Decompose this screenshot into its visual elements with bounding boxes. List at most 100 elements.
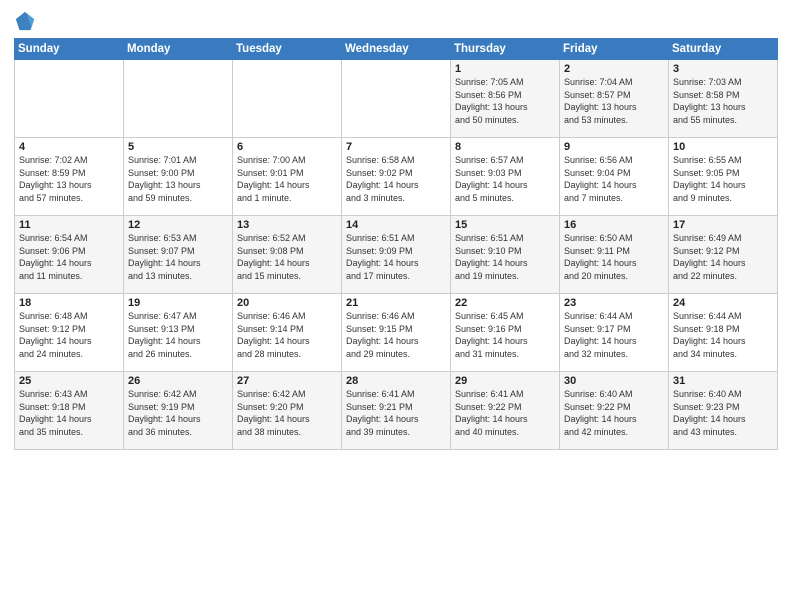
day-number: 10 — [673, 141, 773, 153]
day-info: Sunrise: 6:49 AM Sunset: 9:12 PM Dayligh… — [673, 232, 773, 282]
day-cell: 16Sunrise: 6:50 AM Sunset: 9:11 PM Dayli… — [560, 216, 669, 294]
day-cell: 29Sunrise: 6:41 AM Sunset: 9:22 PM Dayli… — [451, 372, 560, 450]
day-number: 9 — [564, 141, 664, 153]
day-cell: 2Sunrise: 7:04 AM Sunset: 8:57 PM Daylig… — [560, 60, 669, 138]
day-cell: 31Sunrise: 6:40 AM Sunset: 9:23 PM Dayli… — [669, 372, 778, 450]
day-info: Sunrise: 6:52 AM Sunset: 9:08 PM Dayligh… — [237, 232, 337, 282]
day-cell: 11Sunrise: 6:54 AM Sunset: 9:06 PM Dayli… — [15, 216, 124, 294]
day-info: Sunrise: 7:01 AM Sunset: 9:00 PM Dayligh… — [128, 154, 228, 204]
day-info: Sunrise: 6:57 AM Sunset: 9:03 PM Dayligh… — [455, 154, 555, 204]
day-number: 6 — [237, 141, 337, 153]
week-row-4: 18Sunrise: 6:48 AM Sunset: 9:12 PM Dayli… — [15, 294, 778, 372]
day-number: 25 — [19, 375, 119, 387]
day-info: Sunrise: 7:05 AM Sunset: 8:56 PM Dayligh… — [455, 76, 555, 126]
day-info: Sunrise: 7:04 AM Sunset: 8:57 PM Dayligh… — [564, 76, 664, 126]
col-header-sunday: Sunday — [15, 39, 124, 60]
day-info: Sunrise: 6:51 AM Sunset: 9:09 PM Dayligh… — [346, 232, 446, 282]
day-cell: 26Sunrise: 6:42 AM Sunset: 9:19 PM Dayli… — [124, 372, 233, 450]
col-header-monday: Monday — [124, 39, 233, 60]
day-number: 21 — [346, 297, 446, 309]
day-info: Sunrise: 6:40 AM Sunset: 9:23 PM Dayligh… — [673, 388, 773, 438]
day-cell — [233, 60, 342, 138]
day-info: Sunrise: 6:43 AM Sunset: 9:18 PM Dayligh… — [19, 388, 119, 438]
day-info: Sunrise: 6:58 AM Sunset: 9:02 PM Dayligh… — [346, 154, 446, 204]
day-cell: 17Sunrise: 6:49 AM Sunset: 9:12 PM Dayli… — [669, 216, 778, 294]
week-row-5: 25Sunrise: 6:43 AM Sunset: 9:18 PM Dayli… — [15, 372, 778, 450]
day-info: Sunrise: 6:44 AM Sunset: 9:18 PM Dayligh… — [673, 310, 773, 360]
day-info: Sunrise: 6:46 AM Sunset: 9:14 PM Dayligh… — [237, 310, 337, 360]
col-header-saturday: Saturday — [669, 39, 778, 60]
day-cell: 14Sunrise: 6:51 AM Sunset: 9:09 PM Dayli… — [342, 216, 451, 294]
week-row-3: 11Sunrise: 6:54 AM Sunset: 9:06 PM Dayli… — [15, 216, 778, 294]
day-info: Sunrise: 6:47 AM Sunset: 9:13 PM Dayligh… — [128, 310, 228, 360]
day-number: 4 — [19, 141, 119, 153]
day-info: Sunrise: 6:56 AM Sunset: 9:04 PM Dayligh… — [564, 154, 664, 204]
day-number: 14 — [346, 219, 446, 231]
day-number: 15 — [455, 219, 555, 231]
day-cell: 27Sunrise: 6:42 AM Sunset: 9:20 PM Dayli… — [233, 372, 342, 450]
logo — [14, 10, 40, 32]
day-info: Sunrise: 6:55 AM Sunset: 9:05 PM Dayligh… — [673, 154, 773, 204]
logo-icon — [14, 10, 36, 32]
day-number: 27 — [237, 375, 337, 387]
day-cell: 5Sunrise: 7:01 AM Sunset: 9:00 PM Daylig… — [124, 138, 233, 216]
day-number: 16 — [564, 219, 664, 231]
day-number: 13 — [237, 219, 337, 231]
day-number: 30 — [564, 375, 664, 387]
day-cell: 8Sunrise: 6:57 AM Sunset: 9:03 PM Daylig… — [451, 138, 560, 216]
col-header-friday: Friday — [560, 39, 669, 60]
day-cell: 18Sunrise: 6:48 AM Sunset: 9:12 PM Dayli… — [15, 294, 124, 372]
day-info: Sunrise: 6:54 AM Sunset: 9:06 PM Dayligh… — [19, 232, 119, 282]
day-number: 29 — [455, 375, 555, 387]
header — [14, 10, 778, 32]
col-header-tuesday: Tuesday — [233, 39, 342, 60]
col-header-wednesday: Wednesday — [342, 39, 451, 60]
day-number: 22 — [455, 297, 555, 309]
day-cell: 25Sunrise: 6:43 AM Sunset: 9:18 PM Dayli… — [15, 372, 124, 450]
day-cell: 1Sunrise: 7:05 AM Sunset: 8:56 PM Daylig… — [451, 60, 560, 138]
day-number: 5 — [128, 141, 228, 153]
week-row-1: 1Sunrise: 7:05 AM Sunset: 8:56 PM Daylig… — [15, 60, 778, 138]
day-cell: 6Sunrise: 7:00 AM Sunset: 9:01 PM Daylig… — [233, 138, 342, 216]
day-number: 2 — [564, 63, 664, 75]
day-info: Sunrise: 6:46 AM Sunset: 9:15 PM Dayligh… — [346, 310, 446, 360]
day-number: 12 — [128, 219, 228, 231]
day-info: Sunrise: 6:41 AM Sunset: 9:22 PM Dayligh… — [455, 388, 555, 438]
day-number: 20 — [237, 297, 337, 309]
day-info: Sunrise: 6:40 AM Sunset: 9:22 PM Dayligh… — [564, 388, 664, 438]
day-cell: 9Sunrise: 6:56 AM Sunset: 9:04 PM Daylig… — [560, 138, 669, 216]
day-cell: 4Sunrise: 7:02 AM Sunset: 8:59 PM Daylig… — [15, 138, 124, 216]
day-cell: 30Sunrise: 6:40 AM Sunset: 9:22 PM Dayli… — [560, 372, 669, 450]
header-row: SundayMondayTuesdayWednesdayThursdayFrid… — [15, 39, 778, 60]
day-number: 28 — [346, 375, 446, 387]
day-cell: 28Sunrise: 6:41 AM Sunset: 9:21 PM Dayli… — [342, 372, 451, 450]
day-cell: 24Sunrise: 6:44 AM Sunset: 9:18 PM Dayli… — [669, 294, 778, 372]
day-cell: 15Sunrise: 6:51 AM Sunset: 9:10 PM Dayli… — [451, 216, 560, 294]
day-cell: 13Sunrise: 6:52 AM Sunset: 9:08 PM Dayli… — [233, 216, 342, 294]
col-header-thursday: Thursday — [451, 39, 560, 60]
day-cell: 3Sunrise: 7:03 AM Sunset: 8:58 PM Daylig… — [669, 60, 778, 138]
day-info: Sunrise: 6:45 AM Sunset: 9:16 PM Dayligh… — [455, 310, 555, 360]
day-cell: 10Sunrise: 6:55 AM Sunset: 9:05 PM Dayli… — [669, 138, 778, 216]
day-cell: 19Sunrise: 6:47 AM Sunset: 9:13 PM Dayli… — [124, 294, 233, 372]
day-info: Sunrise: 6:53 AM Sunset: 9:07 PM Dayligh… — [128, 232, 228, 282]
day-number: 17 — [673, 219, 773, 231]
day-cell: 22Sunrise: 6:45 AM Sunset: 9:16 PM Dayli… — [451, 294, 560, 372]
day-number: 18 — [19, 297, 119, 309]
day-number: 19 — [128, 297, 228, 309]
day-number: 26 — [128, 375, 228, 387]
calendar-table: SundayMondayTuesdayWednesdayThursdayFrid… — [14, 38, 778, 450]
day-info: Sunrise: 6:42 AM Sunset: 9:19 PM Dayligh… — [128, 388, 228, 438]
calendar-page: SundayMondayTuesdayWednesdayThursdayFrid… — [0, 0, 792, 612]
day-number: 7 — [346, 141, 446, 153]
day-info: Sunrise: 6:41 AM Sunset: 9:21 PM Dayligh… — [346, 388, 446, 438]
day-cell — [15, 60, 124, 138]
day-number: 8 — [455, 141, 555, 153]
week-row-2: 4Sunrise: 7:02 AM Sunset: 8:59 PM Daylig… — [15, 138, 778, 216]
day-info: Sunrise: 6:51 AM Sunset: 9:10 PM Dayligh… — [455, 232, 555, 282]
day-cell: 12Sunrise: 6:53 AM Sunset: 9:07 PM Dayli… — [124, 216, 233, 294]
day-cell — [124, 60, 233, 138]
day-number: 24 — [673, 297, 773, 309]
day-cell: 20Sunrise: 6:46 AM Sunset: 9:14 PM Dayli… — [233, 294, 342, 372]
day-cell — [342, 60, 451, 138]
